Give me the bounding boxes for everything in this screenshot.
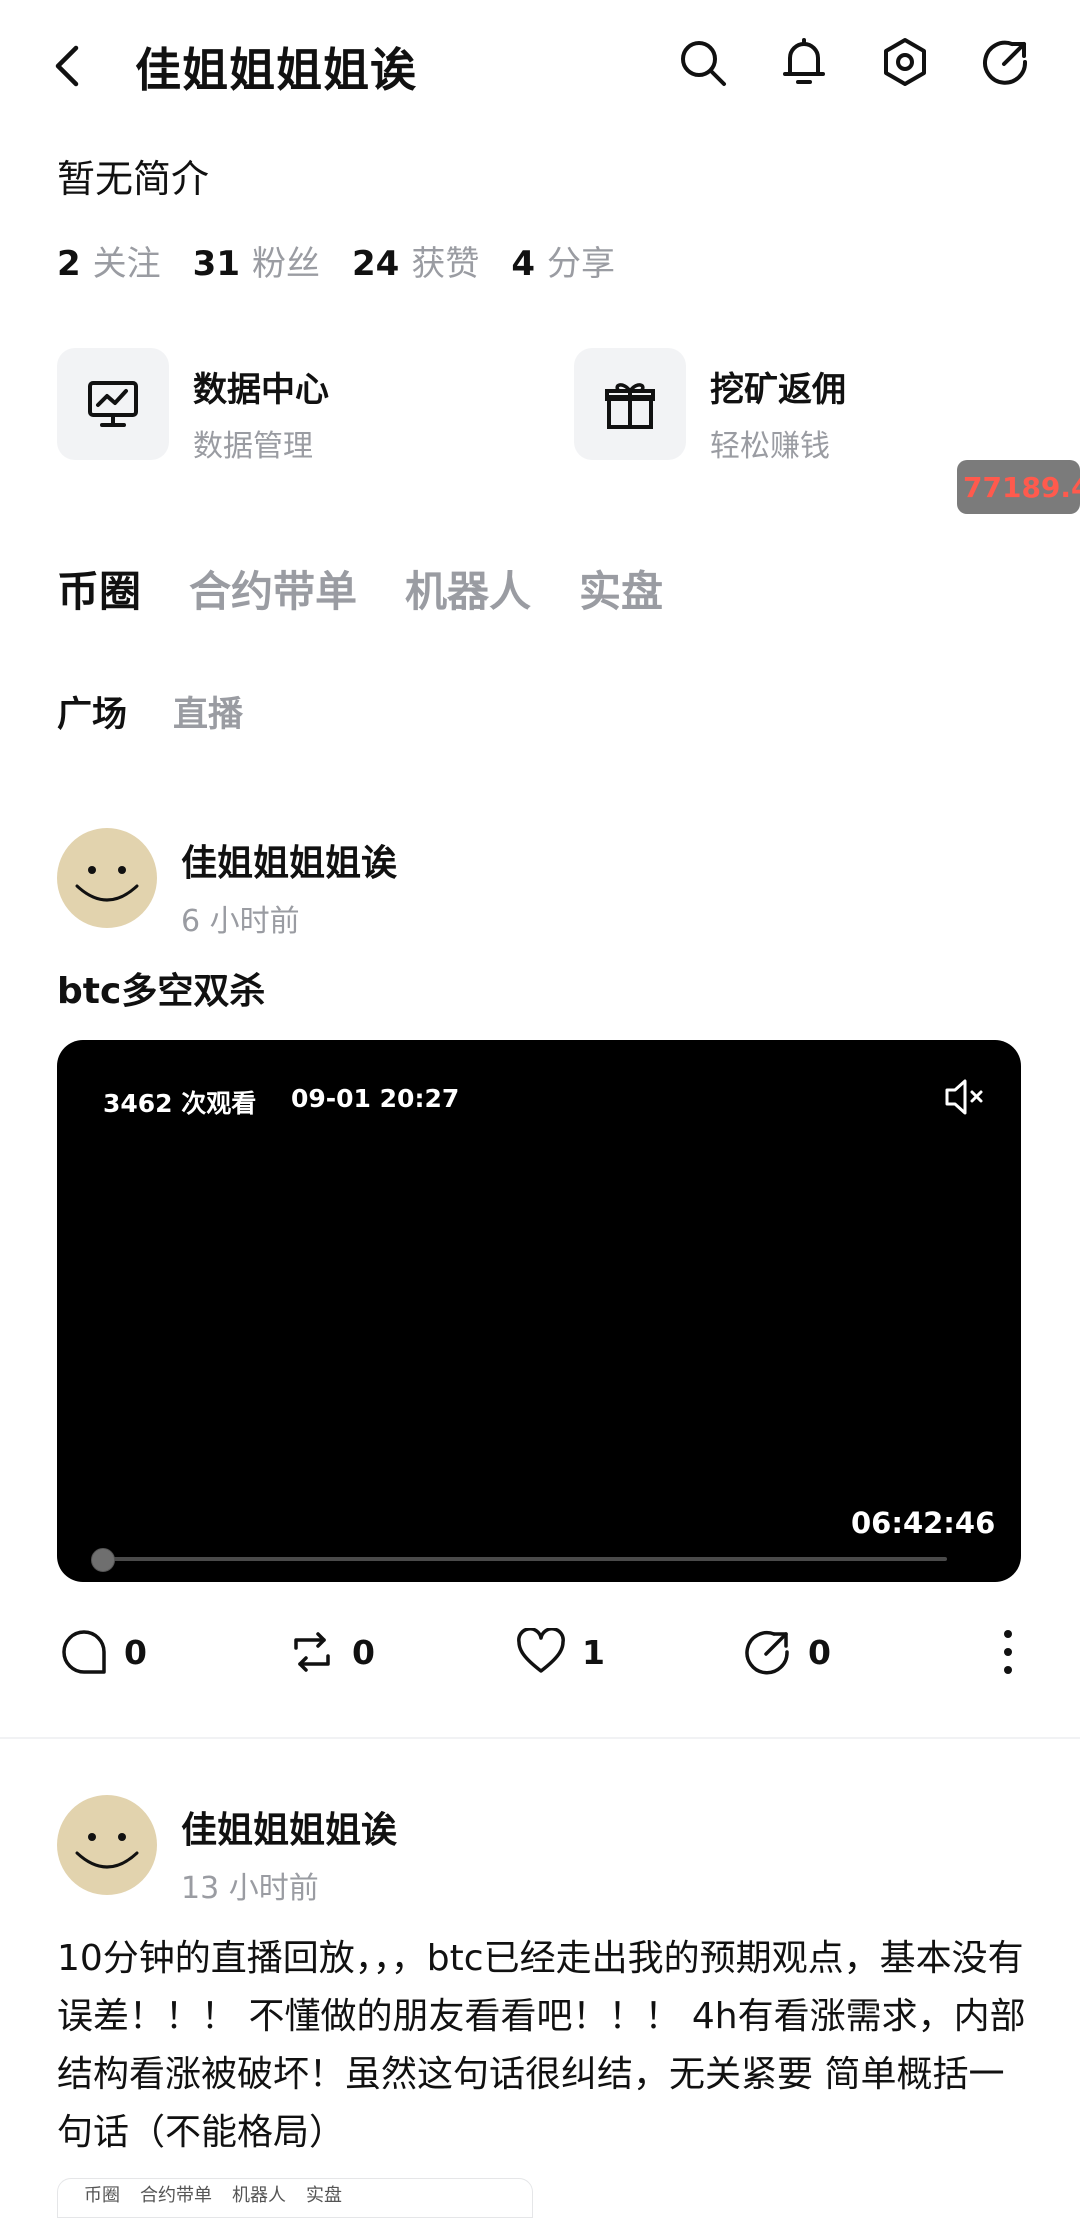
repost-icon (294, 1632, 330, 1672)
profile-stats: 2 关注 31 粉丝 24 获赞 4 分享 (57, 236, 615, 285)
like-button[interactable]: 1 (516, 1628, 605, 1676)
price-ticker-badge[interactable]: 77189.4 (957, 460, 1080, 514)
comment-button[interactable]: 0 (60, 1628, 147, 1676)
search-icon[interactable] (678, 38, 728, 88)
share-count: 0 (808, 1632, 831, 1672)
video-date: 09-01 20:27 (291, 1084, 460, 1113)
tab-copy-trading[interactable]: 合约带单 (189, 558, 357, 619)
post-header: 佳姐姐姐姐诶 13 小时前 (57, 1795, 397, 1907)
feature-subtitle: 轻松赚钱 (710, 429, 830, 464)
like-count: 1 (582, 1632, 605, 1672)
feature-title: 挖矿返佣 (710, 370, 846, 410)
comment-icon (62, 1630, 106, 1674)
subtab-square[interactable]: 广场 (57, 686, 127, 737)
video-player[interactable]: 3462 次观看 09-01 20:27 06:42:46 (57, 1040, 1021, 1582)
back-icon[interactable] (52, 44, 82, 88)
thumb-tab: 合约带单 (140, 2185, 212, 2206)
post-author[interactable]: 佳姐姐姐姐诶 (181, 834, 397, 886)
stat-likes[interactable]: 24 获赞 (352, 236, 479, 285)
tab-robot[interactable]: 机器人 (405, 558, 531, 619)
post-time: 13 小时前 (181, 1871, 319, 1906)
more-icon[interactable] (1000, 1628, 1016, 1676)
post-divider (0, 1737, 1080, 1739)
comment-count: 0 (124, 1632, 147, 1672)
post-image-preview[interactable]: 币圈 合约带单 机器人 实盘 (57, 2178, 533, 2218)
sub-tabs: 广场 直播 (57, 686, 243, 737)
video-duration: 06:42:46 (851, 1506, 996, 1540)
video-views: 3462 次观看 (103, 1089, 257, 1118)
thumb-tab: 机器人 (232, 2185, 286, 2206)
tab-crypto[interactable]: 币圈 (57, 558, 141, 619)
avatar[interactable] (57, 828, 157, 928)
thumb-tab: 币圈 (84, 2185, 120, 2206)
video-progress-knob[interactable] (91, 1548, 115, 1572)
repost-button[interactable]: 0 (288, 1628, 375, 1676)
gift-icon (574, 348, 686, 460)
stat-following[interactable]: 2 关注 (57, 236, 161, 285)
monitor-chart-icon (57, 348, 169, 460)
post-header: 佳姐姐姐姐诶 6 小时前 (57, 828, 397, 940)
avatar[interactable] (57, 1795, 157, 1895)
bell-icon[interactable] (780, 36, 828, 88)
video-progress-track[interactable] (105, 1557, 947, 1561)
share-icon (745, 1630, 789, 1675)
page-title: 佳姐姐姐姐诶 (135, 43, 417, 97)
feature-subtitle: 数据管理 (193, 429, 313, 464)
feature-mining-rebate[interactable]: 挖矿返佣 轻松赚钱 (574, 348, 846, 465)
feature-title: 数据中心 (193, 370, 329, 410)
repost-count: 0 (352, 1632, 375, 1672)
feature-data-center[interactable]: 数据中心 数据管理 (57, 348, 329, 465)
main-tabs: 币圈 合约带单 机器人 实盘 (57, 558, 663, 619)
mute-icon[interactable] (943, 1076, 987, 1118)
post-author[interactable]: 佳姐姐姐姐诶 (181, 1801, 397, 1853)
tab-live-trading[interactable]: 实盘 (579, 558, 663, 619)
share-icon[interactable] (982, 38, 1030, 86)
profile-bio: 暂无简介 (57, 157, 210, 201)
settings-hex-icon[interactable] (880, 36, 930, 88)
stat-followers[interactable]: 31 粉丝 (193, 236, 320, 285)
heart-icon (517, 1628, 565, 1673)
share-post-button[interactable]: 0 (744, 1628, 831, 1676)
subtab-live[interactable]: 直播 (173, 686, 243, 737)
thumb-tab: 实盘 (306, 2185, 342, 2206)
post-title: btc多空双杀 (57, 971, 266, 1012)
stat-shares[interactable]: 4 分享 (511, 236, 615, 285)
post-body: 10分钟的直播回放，，，btc已经走出我的预期观点，基本没有误差！！！ 不懂做的… (57, 1938, 1026, 2153)
post-time: 6 小时前 (181, 904, 300, 939)
